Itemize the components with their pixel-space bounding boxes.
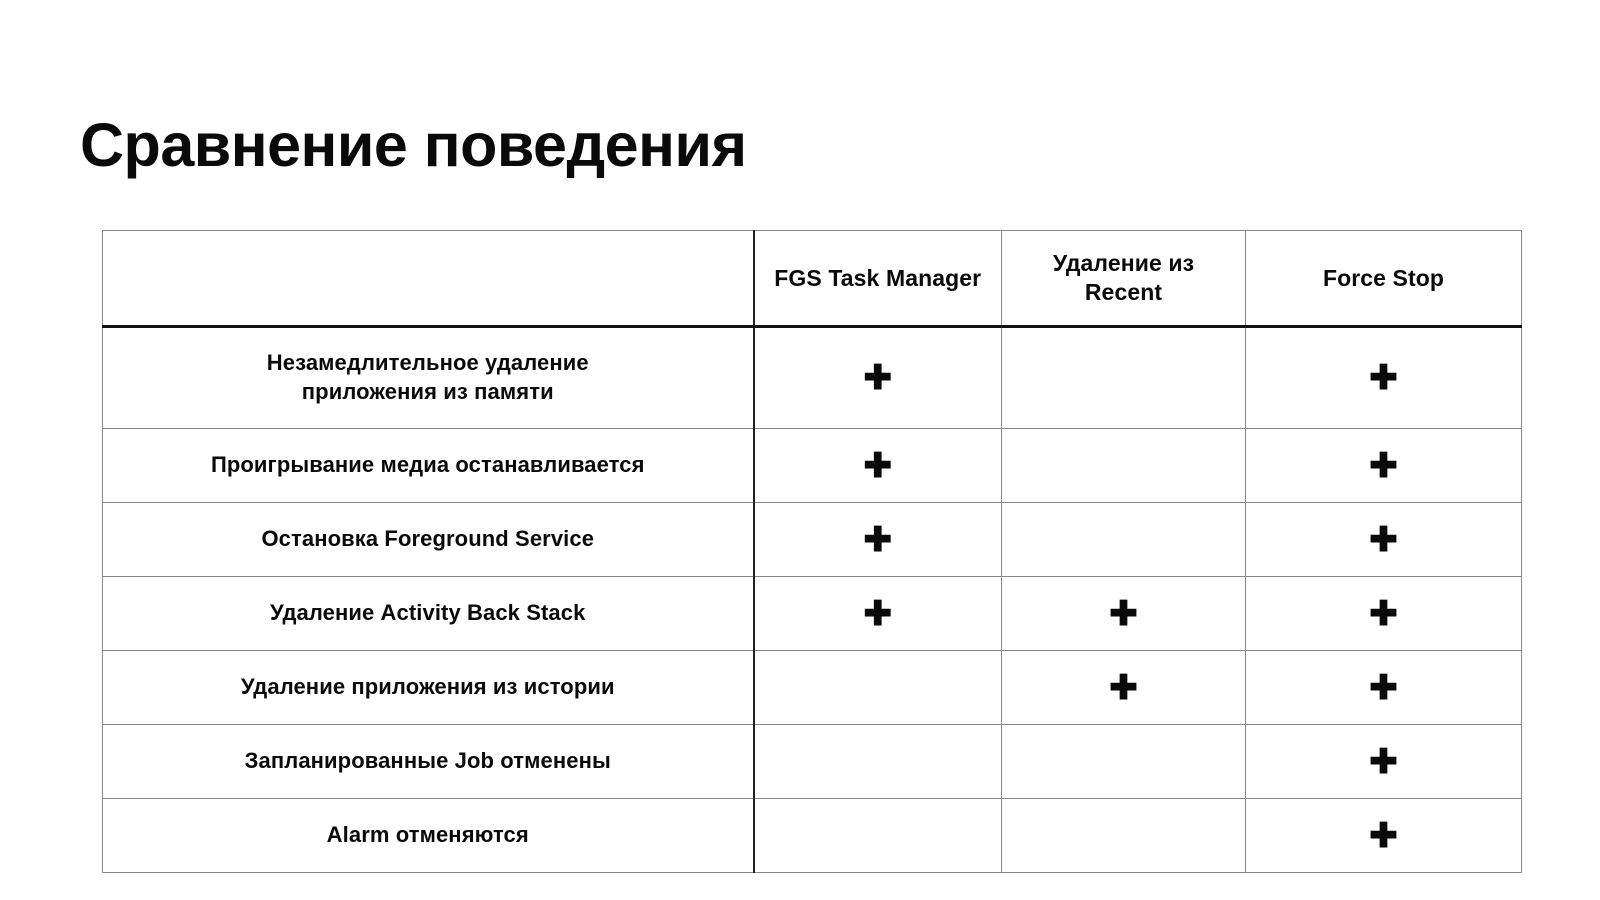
- table-row: Удаление Activity Back Stack ✚ ✚ ✚: [102, 576, 1522, 651]
- row-label-line-1: Удаление Activity Back Stack: [270, 600, 586, 626]
- row-label-line-1: Проигрывание медиа останавливается: [210, 452, 645, 478]
- plus-mark-icon: ✚: [1369, 520, 1398, 559]
- plus-mark-icon: ✚: [863, 359, 893, 398]
- column-header-remove-from-recent: Удаление из Recent: [1001, 230, 1246, 328]
- cell-force-stop: ✚: [1245, 428, 1522, 503]
- plus-mark-icon: ✚: [1369, 816, 1398, 855]
- cell-fgs: [752, 724, 1002, 799]
- row-label-line-1: Alarm отменяются: [326, 822, 529, 848]
- cell-force-stop: ✚: [1245, 724, 1522, 799]
- cell-recent: [1001, 502, 1246, 577]
- table-row: Проигрывание медиа останавливается ✚ ✚: [102, 428, 1522, 503]
- table-body: Незамедлительное удаление приложения из …: [102, 326, 1522, 873]
- row-label-line-2: приложения из памяти: [301, 379, 554, 404]
- plus-mark-icon: ✚: [1369, 668, 1398, 707]
- plus-mark-icon: ✚: [863, 520, 893, 559]
- column-header-force-stop: Force Stop: [1245, 230, 1522, 328]
- row-label-line-1: Остановка Foreground Service: [261, 526, 595, 552]
- row-label-alarms-cancelled: Alarm отменяются: [102, 798, 754, 873]
- row-label-app-history-removal: Удаление приложения из истории: [102, 650, 754, 725]
- comparison-table: FGS Task Manager Удаление из Recent Forc…: [102, 230, 1522, 873]
- cell-force-stop: ✚: [1245, 798, 1522, 873]
- row-label-activity-back-stack-removal: Удаление Activity Back Stack: [102, 576, 754, 651]
- cell-fgs: ✚: [752, 326, 1002, 429]
- column-header-fgs-task-manager: FGS Task Manager: [752, 230, 1002, 328]
- table-header-row: FGS Task Manager Удаление из Recent Forc…: [102, 230, 1522, 328]
- row-label-line-1: Незамедлительное удаление: [266, 350, 589, 376]
- plus-mark-icon: ✚: [863, 594, 893, 633]
- plus-mark-icon: ✚: [1369, 446, 1398, 485]
- cell-fgs: ✚: [752, 576, 1002, 651]
- cell-fgs: [752, 798, 1002, 873]
- row-label-immediate-memory-removal: Незамедлительное удаление приложения из …: [102, 326, 754, 429]
- plus-mark-icon: ✚: [1109, 668, 1138, 707]
- cell-recent: [1001, 428, 1246, 503]
- cell-fgs: [752, 650, 1002, 725]
- row-label-media-playback-stops: Проигрывание медиа останавливается: [102, 428, 754, 503]
- plus-mark-icon: ✚: [1369, 742, 1398, 781]
- cell-fgs: ✚: [752, 428, 1002, 503]
- cell-recent: [1001, 724, 1246, 799]
- row-label-line-1: Удаление приложения из истории: [240, 674, 615, 700]
- row-label-foreground-service-stop: Остановка Foreground Service: [102, 502, 754, 577]
- cell-force-stop: ✚: [1245, 502, 1522, 577]
- table-row: Незамедлительное удаление приложения из …: [102, 326, 1522, 429]
- page-title: Сравнение поведения: [80, 110, 747, 179]
- plus-mark-icon: ✚: [1369, 359, 1398, 398]
- plus-mark-icon: ✚: [1109, 594, 1138, 633]
- column-header-label: [102, 230, 754, 328]
- cell-recent: ✚: [1001, 576, 1246, 651]
- table-row: Запланированные Job отменены ✚: [102, 724, 1522, 799]
- cell-force-stop: ✚: [1245, 576, 1522, 651]
- cell-recent: [1001, 326, 1246, 429]
- table-row: Удаление приложения из истории ✚ ✚: [102, 650, 1522, 725]
- cell-recent: ✚: [1001, 650, 1246, 725]
- cell-fgs: ✚: [752, 502, 1002, 577]
- row-label-scheduled-jobs-cancelled: Запланированные Job отменены: [102, 724, 754, 799]
- plus-mark-icon: ✚: [1369, 594, 1398, 633]
- slide-root: Сравнение поведения FGS Task Manager Уда…: [0, 0, 1600, 900]
- row-label-line-1: Запланированные Job отменены: [244, 748, 611, 774]
- cell-recent: [1001, 798, 1246, 873]
- plus-mark-icon: ✚: [863, 446, 893, 485]
- table-header: FGS Task Manager Удаление из Recent Forc…: [102, 230, 1522, 328]
- table-row: Alarm отменяются ✚: [102, 798, 1522, 873]
- cell-force-stop: ✚: [1245, 326, 1522, 429]
- table-row: Остановка Foreground Service ✚ ✚: [102, 502, 1522, 577]
- comparison-table-container: FGS Task Manager Удаление из Recent Forc…: [102, 230, 1522, 873]
- cell-force-stop: ✚: [1245, 650, 1522, 725]
